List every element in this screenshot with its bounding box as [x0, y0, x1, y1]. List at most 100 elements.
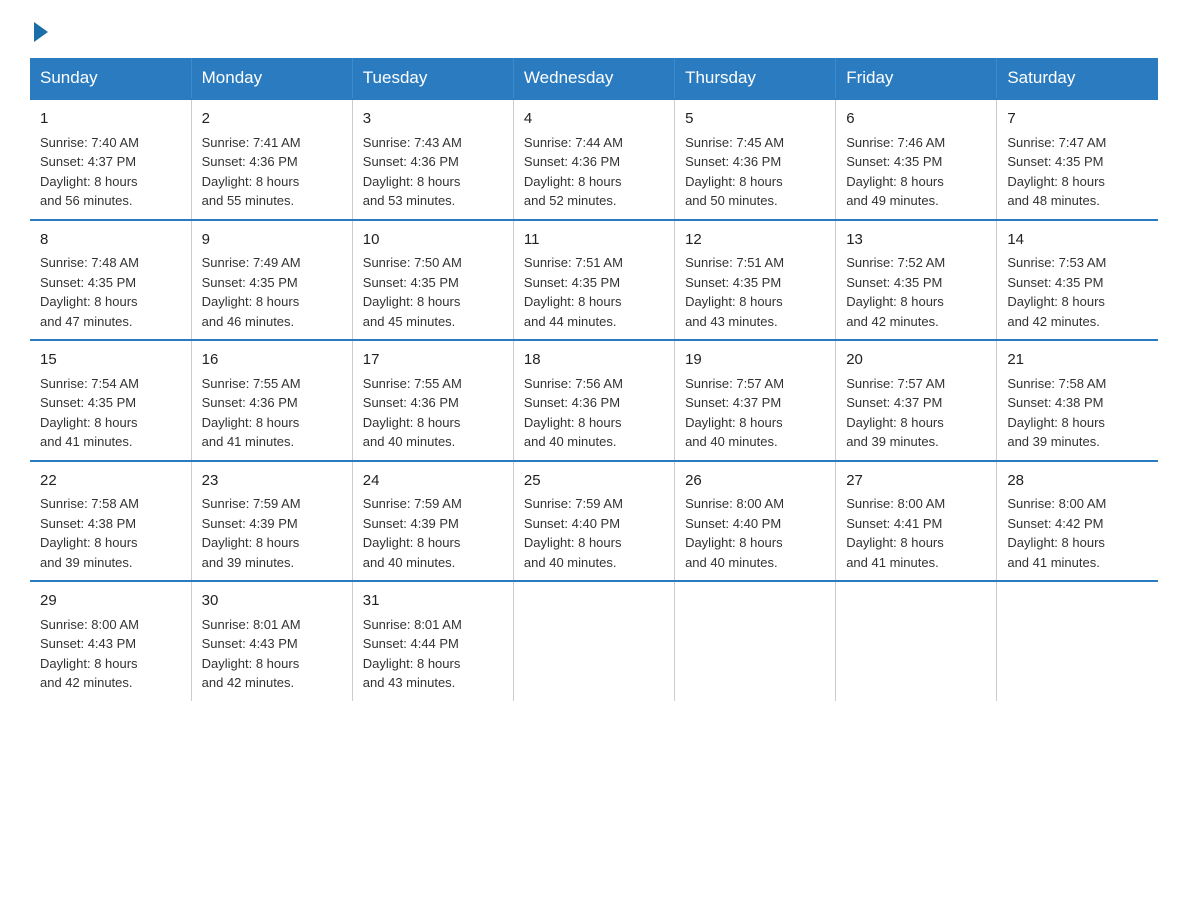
- week-row-4: 22Sunrise: 7:58 AMSunset: 4:38 PMDayligh…: [30, 461, 1158, 582]
- day-info: Sunrise: 7:50 AMSunset: 4:35 PMDaylight:…: [363, 253, 503, 331]
- day-number: 30: [202, 590, 342, 613]
- day-number: 14: [1007, 229, 1148, 252]
- day-number: 27: [846, 470, 986, 493]
- day-number: 26: [685, 470, 825, 493]
- day-info: Sunrise: 7:55 AMSunset: 4:36 PMDaylight:…: [363, 374, 503, 452]
- day-info: Sunrise: 7:55 AMSunset: 4:36 PMDaylight:…: [202, 374, 342, 452]
- day-info: Sunrise: 7:52 AMSunset: 4:35 PMDaylight:…: [846, 253, 986, 331]
- header-monday: Monday: [191, 58, 352, 99]
- calendar-cell: 17Sunrise: 7:55 AMSunset: 4:36 PMDayligh…: [352, 340, 513, 461]
- day-number: 17: [363, 349, 503, 372]
- day-info: Sunrise: 7:58 AMSunset: 4:38 PMDaylight:…: [40, 494, 181, 572]
- header-sunday: Sunday: [30, 58, 191, 99]
- calendar-cell: 6Sunrise: 7:46 AMSunset: 4:35 PMDaylight…: [836, 99, 997, 220]
- calendar-cell: 28Sunrise: 8:00 AMSunset: 4:42 PMDayligh…: [997, 461, 1158, 582]
- day-info: Sunrise: 7:43 AMSunset: 4:36 PMDaylight:…: [363, 133, 503, 211]
- day-number: 9: [202, 229, 342, 252]
- calendar-cell: 16Sunrise: 7:55 AMSunset: 4:36 PMDayligh…: [191, 340, 352, 461]
- day-number: 20: [846, 349, 986, 372]
- day-number: 24: [363, 470, 503, 493]
- calendar-cell: 29Sunrise: 8:00 AMSunset: 4:43 PMDayligh…: [30, 581, 191, 701]
- day-number: 15: [40, 349, 181, 372]
- day-info: Sunrise: 7:51 AMSunset: 4:35 PMDaylight:…: [524, 253, 664, 331]
- calendar-cell: 11Sunrise: 7:51 AMSunset: 4:35 PMDayligh…: [513, 220, 674, 341]
- day-info: Sunrise: 7:41 AMSunset: 4:36 PMDaylight:…: [202, 133, 342, 211]
- day-info: Sunrise: 7:59 AMSunset: 4:39 PMDaylight:…: [363, 494, 503, 572]
- day-info: Sunrise: 7:40 AMSunset: 4:37 PMDaylight:…: [40, 133, 181, 211]
- calendar-cell: 1Sunrise: 7:40 AMSunset: 4:37 PMDaylight…: [30, 99, 191, 220]
- calendar-cell: 5Sunrise: 7:45 AMSunset: 4:36 PMDaylight…: [675, 99, 836, 220]
- day-number: 21: [1007, 349, 1148, 372]
- day-number: 23: [202, 470, 342, 493]
- day-info: Sunrise: 7:59 AMSunset: 4:40 PMDaylight:…: [524, 494, 664, 572]
- calendar-cell: 12Sunrise: 7:51 AMSunset: 4:35 PMDayligh…: [675, 220, 836, 341]
- day-info: Sunrise: 8:00 AMSunset: 4:43 PMDaylight:…: [40, 615, 181, 693]
- day-number: 1: [40, 108, 181, 131]
- calendar-cell: 26Sunrise: 8:00 AMSunset: 4:40 PMDayligh…: [675, 461, 836, 582]
- calendar-cell: 21Sunrise: 7:58 AMSunset: 4:38 PMDayligh…: [997, 340, 1158, 461]
- day-info: Sunrise: 7:49 AMSunset: 4:35 PMDaylight:…: [202, 253, 342, 331]
- calendar-cell: 31Sunrise: 8:01 AMSunset: 4:44 PMDayligh…: [352, 581, 513, 701]
- day-info: Sunrise: 8:00 AMSunset: 4:41 PMDaylight:…: [846, 494, 986, 572]
- calendar-cell: 14Sunrise: 7:53 AMSunset: 4:35 PMDayligh…: [997, 220, 1158, 341]
- day-number: 12: [685, 229, 825, 252]
- day-info: Sunrise: 7:47 AMSunset: 4:35 PMDaylight:…: [1007, 133, 1148, 211]
- calendar-cell: 13Sunrise: 7:52 AMSunset: 4:35 PMDayligh…: [836, 220, 997, 341]
- day-info: Sunrise: 7:54 AMSunset: 4:35 PMDaylight:…: [40, 374, 181, 452]
- day-info: Sunrise: 7:53 AMSunset: 4:35 PMDaylight:…: [1007, 253, 1148, 331]
- header-saturday: Saturday: [997, 58, 1158, 99]
- week-row-3: 15Sunrise: 7:54 AMSunset: 4:35 PMDayligh…: [30, 340, 1158, 461]
- calendar-cell: 22Sunrise: 7:58 AMSunset: 4:38 PMDayligh…: [30, 461, 191, 582]
- calendar-cell: [513, 581, 674, 701]
- calendar-cell: 30Sunrise: 8:01 AMSunset: 4:43 PMDayligh…: [191, 581, 352, 701]
- day-number: 29: [40, 590, 181, 613]
- calendar-cell: 7Sunrise: 7:47 AMSunset: 4:35 PMDaylight…: [997, 99, 1158, 220]
- calendar-cell: 4Sunrise: 7:44 AMSunset: 4:36 PMDaylight…: [513, 99, 674, 220]
- day-info: Sunrise: 7:59 AMSunset: 4:39 PMDaylight:…: [202, 494, 342, 572]
- day-info: Sunrise: 7:51 AMSunset: 4:35 PMDaylight:…: [685, 253, 825, 331]
- day-number: 3: [363, 108, 503, 131]
- day-info: Sunrise: 8:00 AMSunset: 4:42 PMDaylight:…: [1007, 494, 1148, 572]
- day-info: Sunrise: 7:56 AMSunset: 4:36 PMDaylight:…: [524, 374, 664, 452]
- day-number: 28: [1007, 470, 1148, 493]
- day-number: 13: [846, 229, 986, 252]
- logo: [30, 20, 48, 38]
- calendar-header-row: SundayMondayTuesdayWednesdayThursdayFrid…: [30, 58, 1158, 99]
- calendar-cell: 10Sunrise: 7:50 AMSunset: 4:35 PMDayligh…: [352, 220, 513, 341]
- calendar-cell: 9Sunrise: 7:49 AMSunset: 4:35 PMDaylight…: [191, 220, 352, 341]
- day-info: Sunrise: 7:45 AMSunset: 4:36 PMDaylight:…: [685, 133, 825, 211]
- day-number: 10: [363, 229, 503, 252]
- calendar-cell: [675, 581, 836, 701]
- day-number: 4: [524, 108, 664, 131]
- day-number: 19: [685, 349, 825, 372]
- header-tuesday: Tuesday: [352, 58, 513, 99]
- day-number: 22: [40, 470, 181, 493]
- week-row-5: 29Sunrise: 8:00 AMSunset: 4:43 PMDayligh…: [30, 581, 1158, 701]
- day-info: Sunrise: 8:00 AMSunset: 4:40 PMDaylight:…: [685, 494, 825, 572]
- day-info: Sunrise: 7:57 AMSunset: 4:37 PMDaylight:…: [685, 374, 825, 452]
- calendar-cell: 8Sunrise: 7:48 AMSunset: 4:35 PMDaylight…: [30, 220, 191, 341]
- day-number: 31: [363, 590, 503, 613]
- day-info: Sunrise: 7:48 AMSunset: 4:35 PMDaylight:…: [40, 253, 181, 331]
- page-header: [30, 20, 1158, 38]
- day-number: 8: [40, 229, 181, 252]
- day-info: Sunrise: 7:58 AMSunset: 4:38 PMDaylight:…: [1007, 374, 1148, 452]
- calendar-cell: 27Sunrise: 8:00 AMSunset: 4:41 PMDayligh…: [836, 461, 997, 582]
- calendar-cell: 24Sunrise: 7:59 AMSunset: 4:39 PMDayligh…: [352, 461, 513, 582]
- day-info: Sunrise: 7:44 AMSunset: 4:36 PMDaylight:…: [524, 133, 664, 211]
- calendar-cell: 18Sunrise: 7:56 AMSunset: 4:36 PMDayligh…: [513, 340, 674, 461]
- day-info: Sunrise: 8:01 AMSunset: 4:44 PMDaylight:…: [363, 615, 503, 693]
- day-number: 2: [202, 108, 342, 131]
- calendar-cell: [836, 581, 997, 701]
- calendar-cell: 25Sunrise: 7:59 AMSunset: 4:40 PMDayligh…: [513, 461, 674, 582]
- calendar-cell: 2Sunrise: 7:41 AMSunset: 4:36 PMDaylight…: [191, 99, 352, 220]
- calendar-table: SundayMondayTuesdayWednesdayThursdayFrid…: [30, 58, 1158, 701]
- day-number: 25: [524, 470, 664, 493]
- day-info: Sunrise: 7:57 AMSunset: 4:37 PMDaylight:…: [846, 374, 986, 452]
- calendar-cell: 19Sunrise: 7:57 AMSunset: 4:37 PMDayligh…: [675, 340, 836, 461]
- logo-arrow-icon: [34, 22, 48, 42]
- day-number: 18: [524, 349, 664, 372]
- header-friday: Friday: [836, 58, 997, 99]
- week-row-1: 1Sunrise: 7:40 AMSunset: 4:37 PMDaylight…: [30, 99, 1158, 220]
- calendar-cell: 3Sunrise: 7:43 AMSunset: 4:36 PMDaylight…: [352, 99, 513, 220]
